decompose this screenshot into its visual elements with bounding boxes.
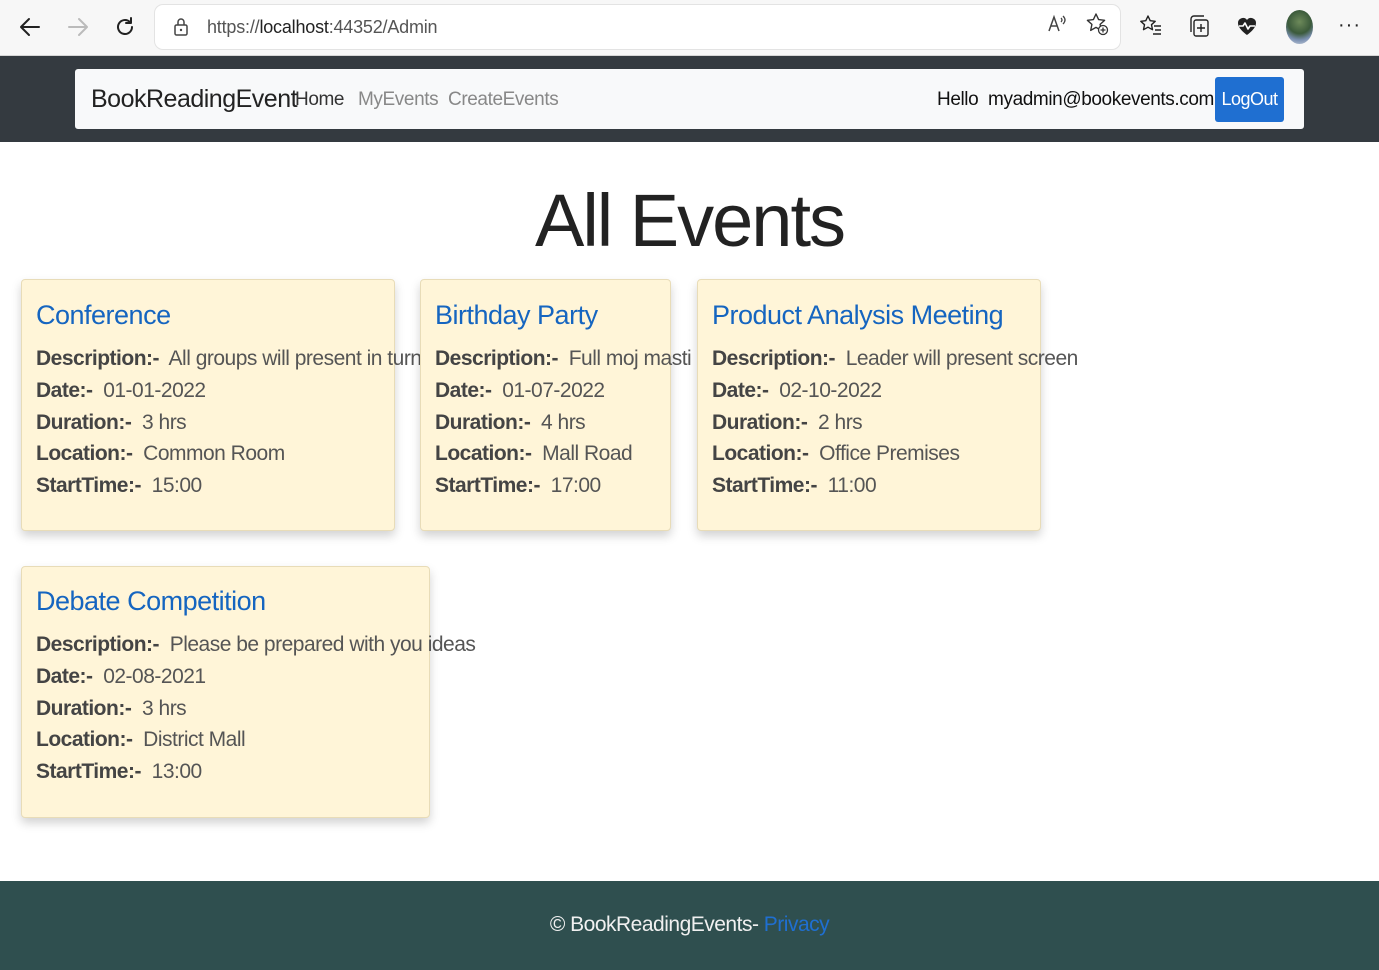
event-date: Date:- 01-01-2022 [36,375,380,407]
event-card-product-analysis-meeting: Product Analysis Meeting Description:- L… [697,279,1078,531]
location-value: Office Premises [819,442,960,466]
event-starttime: StartTime:- 11:00 [712,470,1026,502]
nav-createevents-link[interactable]: CreateEvents [448,89,559,111]
event-location: Location:- Common Room [36,438,380,470]
logout-button[interactable]: LogOut [1215,77,1284,122]
event-card-debate-competition: Debate Competition Description:- Please … [21,566,476,818]
date-label: Date:- [712,378,769,402]
duration-value: 3 hrs [142,410,187,434]
read-aloud-icon[interactable] [1045,12,1069,36]
location-value: Mall Road [542,442,633,466]
event-card-conference: Conference Description:- All groups will… [21,279,422,531]
brand-link[interactable]: BookReadingEvent [91,85,298,114]
description-value: All groups will present in turn [168,347,422,370]
refresh-icon[interactable] [108,10,142,44]
event-description: Description:- Leader will present screen [712,343,1078,375]
starttime-label: StartTime:- [36,760,141,784]
forward-icon[interactable] [61,10,95,44]
event-title[interactable]: Debate Competition [36,586,415,617]
event-description: Description:- Full moj masti [435,343,692,375]
nav-myevents-link[interactable]: MyEvents [358,89,439,111]
location-value: Common Room [143,442,285,466]
date-label: Date:- [36,378,93,402]
description-label: Description:- [36,633,160,656]
duration-label: Duration:- [36,696,132,720]
duration-label: Duration:- [435,410,531,434]
starttime-label: StartTime:- [36,474,141,498]
more-icon[interactable]: ··· [1338,14,1361,37]
description-value: Leader will present screen [845,347,1079,370]
lock-icon[interactable] [173,17,189,42]
event-location: Location:- Mall Road [435,438,656,470]
date-value: 02-10-2022 [779,378,882,402]
event-date: Date:- 02-08-2021 [36,661,415,693]
location-label: Location:- [435,442,532,466]
date-value: 01-01-2022 [103,378,206,402]
starttime-value: 11:00 [827,474,877,498]
duration-label: Duration:- [712,410,808,434]
location-label: Location:- [36,728,133,752]
event-description: Description:- All groups will present in… [36,343,422,375]
event-duration: Duration:- 2 hrs [712,407,1026,439]
event-location: Location:- District Mall [36,724,415,756]
starttime-value: 15:00 [151,474,203,498]
privacy-link[interactable]: Privacy [764,913,830,936]
description-value: Please be prepared with you ideas [169,633,476,656]
date-label: Date:- [435,378,492,402]
nav-home-link[interactable]: Home [295,89,344,111]
event-starttime: StartTime:- 17:00 [435,470,656,502]
event-title[interactable]: Birthday Party [435,300,656,331]
site-header: BookReadingEvent Home MyEvents CreateEve… [0,56,1379,142]
avatar[interactable] [1286,10,1313,44]
url-host: localhost [259,17,329,37]
starttime-value: 17:00 [550,474,602,498]
duration-label: Duration:- [36,410,132,434]
page-title: All Events [534,179,846,262]
event-duration: Duration:- 4 hrs [435,407,656,439]
location-label: Location:- [712,442,809,466]
starttime-label: StartTime:- [712,474,817,498]
add-favorite-icon[interactable] [1085,12,1109,36]
browser-toolbar: https://localhost:44352/Admin ··· [0,0,1379,56]
event-starttime: StartTime:- 15:00 [36,470,380,502]
date-value: 02-08-2021 [103,664,206,688]
starttime-label: StartTime:- [435,474,540,498]
user-greeting: Hello myadmin@bookevents.com [937,89,1214,110]
event-description: Description:- Please be prepared with yo… [36,629,476,661]
event-location: Location:- Office Premises [712,438,1026,470]
description-label: Description:- [36,347,160,370]
address-bar[interactable]: https://localhost:44352/Admin [155,5,1120,49]
date-value: 01-07-2022 [502,378,605,402]
duration-value: 2 hrs [818,410,863,434]
event-duration: Duration:- 3 hrs [36,407,380,439]
copyright-text: © BookReadingEvents- [549,913,764,936]
description-label: Description:- [712,347,836,370]
date-label: Date:- [36,664,93,688]
url-scheme: https:// [207,17,260,37]
description-label: Description:- [435,347,559,370]
event-date: Date:- 02-10-2022 [712,375,1026,407]
back-icon[interactable] [13,10,47,44]
event-card-birthday-party: Birthday Party Description:- Full moj ma… [420,279,692,531]
url-text[interactable]: https://localhost:44352/Admin [207,17,438,38]
event-date: Date:- 01-07-2022 [435,375,656,407]
event-starttime: StartTime:- 13:00 [36,756,415,788]
navbar: BookReadingEvent Home MyEvents CreateEve… [75,69,1304,129]
footer-text: © BookReadingEvents- Privacy [0,913,1379,937]
site-footer: © BookReadingEvents- Privacy [0,881,1379,970]
event-title[interactable]: Conference [36,300,380,331]
starttime-value: 13:00 [151,760,203,784]
url-path: :44352/Admin [328,17,438,37]
description-value: Full moj masti [568,347,692,370]
duration-value: 4 hrs [541,410,586,434]
location-label: Location:- [36,442,133,466]
event-title[interactable]: Product Analysis Meeting [712,300,1026,331]
favorites-icon[interactable] [1138,13,1164,39]
collections-icon[interactable] [1186,13,1212,39]
health-icon[interactable] [1234,13,1260,39]
duration-value: 3 hrs [142,696,187,720]
location-value: District Mall [143,728,246,752]
event-duration: Duration:- 3 hrs [36,693,415,725]
